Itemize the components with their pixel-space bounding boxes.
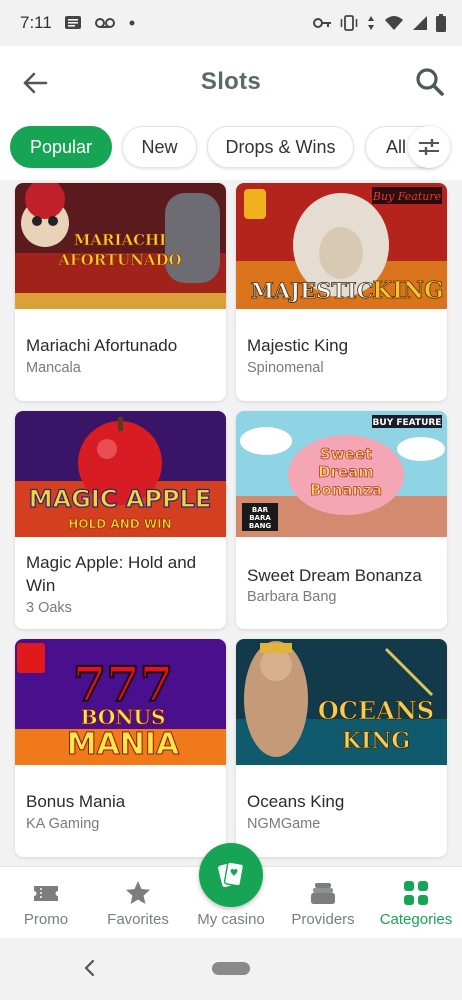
thumb-title: OCEANS <box>318 696 434 725</box>
nav-label: My casino <box>197 911 265 928</box>
chip-popular[interactable]: Popular <box>10 126 112 168</box>
category-chips: Popular New Drops & Wins All <box>0 118 462 180</box>
game-thumbnail: OCEANS KING <box>236 639 447 765</box>
game-card-majestic-king[interactable]: Buy Feature MAJESTIC KING Majestic King … <box>236 183 447 401</box>
game-provider: Spinomenal <box>247 360 324 376</box>
nav-label: Promo <box>23 911 69 928</box>
game-thumbnail: Buy Feature MAJESTIC KING <box>236 183 447 309</box>
status-bar: 7:11 <box>0 0 462 46</box>
system-back-icon[interactable] <box>80 956 100 980</box>
thumb-title-3: MANIA <box>67 727 180 762</box>
game-card-magic-apple[interactable]: MAGIC APPLE HOLD AND WIN Magic Apple: Ho… <box>15 411 226 629</box>
thumb-badge: BUY FEATURE <box>373 418 442 428</box>
thumb-title: Sweet <box>320 445 372 463</box>
game-thumbnail: MARIACHI AFORTUNADO <box>15 183 226 309</box>
game-thumbnail: MAGIC APPLE HOLD AND WIN <box>15 411 226 537</box>
game-name: Sweet Dream Bonanza <box>247 566 422 585</box>
game-provider: NGMGame <box>247 816 321 832</box>
chip-label: New <box>141 136 178 157</box>
game-provider: Mancala <box>26 360 81 376</box>
nav-label: Providers <box>291 911 355 928</box>
nav-promo[interactable]: Promo <box>0 867 92 939</box>
thumb-title: MARIACHI <box>74 231 167 249</box>
game-name: Oceans King <box>247 792 345 811</box>
chip-drops-wins[interactable]: Drops & Wins <box>207 126 354 168</box>
grid-icon <box>404 881 428 905</box>
vibrate-icon <box>340 15 358 31</box>
thumb-subtitle: AFORTUNADO <box>57 251 181 269</box>
thumb-title-2: BONUS <box>81 705 166 729</box>
game-name: Magic Apple: Hold and Win <box>26 553 197 595</box>
battery-icon <box>436 14 446 32</box>
nav-categories[interactable]: Categories <box>370 867 462 939</box>
nav-label: Favorites <box>107 911 169 928</box>
star-icon <box>126 881 150 904</box>
game-provider: 3 Oaks <box>26 600 72 616</box>
game-card-oceans-king[interactable]: OCEANS KING Oceans King NGMGame <box>236 639 447 857</box>
thumb-subtitle: KING <box>372 277 443 304</box>
thumb-title-2: Dream <box>318 463 374 481</box>
stack-icon <box>311 883 335 904</box>
status-time: 7:11 <box>20 13 52 32</box>
chip-label: Popular <box>29 136 93 157</box>
game-thumbnail: BUY FEATURE Sweet Dream Bonanza BAR BARA… <box>236 411 447 537</box>
cards-icon <box>218 861 245 888</box>
thumb-subtitle: HOLD AND WIN <box>68 517 171 531</box>
thumb-title: MAJESTIC <box>251 278 374 303</box>
message-icon <box>64 16 81 29</box>
chip-label: All <box>386 136 407 157</box>
wifi-icon <box>385 16 403 30</box>
search-icon[interactable] <box>414 66 446 98</box>
game-card-sweet-dream-bonanza[interactable]: BUY FEATURE Sweet Dream Bonanza BAR BARA… <box>236 411 447 629</box>
nav-label: Categories <box>379 911 453 928</box>
provider-logo-line: BANG <box>249 522 272 530</box>
my-casino-button[interactable] <box>199 843 263 907</box>
page-title: Slots <box>200 68 262 95</box>
dot-icon <box>129 20 135 26</box>
chip-new[interactable]: New <box>122 126 197 168</box>
filter-button[interactable] <box>408 126 450 168</box>
nav-providers[interactable]: Providers <box>277 867 369 939</box>
data-arrows-icon <box>368 16 374 30</box>
game-name: Majestic King <box>247 336 349 355</box>
nav-favorites[interactable]: Favorites <box>92 867 184 939</box>
game-card-mariachi-afortunado[interactable]: MARIACHI AFORTUNADO Mariachi Afortunado … <box>15 183 226 401</box>
games-grid: MARIACHI AFORTUNADO Mariachi Afortunado … <box>0 180 462 866</box>
provider-logo-line: BARA <box>249 514 271 522</box>
game-provider: KA Gaming <box>26 816 100 832</box>
thumb-subtitle: KING <box>342 728 410 754</box>
signal-icon <box>413 16 427 30</box>
system-nav-bar <box>0 938 462 1000</box>
game-name: Bonus Mania <box>26 792 126 811</box>
vpn-key-icon <box>313 18 331 28</box>
sliders-icon <box>419 139 439 155</box>
chip-label: Drops & Wins <box>225 136 336 157</box>
game-name: Mariachi Afortunado <box>26 336 178 355</box>
provider-logo-line: BAR <box>252 506 269 514</box>
game-card-bonus-mania[interactable]: 777 BONUS MANIA Bonus Mania KA Gaming <box>15 639 226 857</box>
back-arrow-icon[interactable] <box>20 68 50 98</box>
thumb-badge: Buy Feature <box>372 190 442 203</box>
thumb-title: MAGIC APPLE <box>29 485 212 513</box>
game-thumbnail: 777 BONUS MANIA <box>15 639 226 765</box>
voicemail-icon <box>94 18 115 28</box>
game-provider: Barbara Bang <box>247 589 337 605</box>
system-home-pill[interactable] <box>212 962 250 975</box>
ticket-icon <box>34 886 58 901</box>
thumb-title-3: Bonanza <box>310 481 382 499</box>
app-bar: Slots <box>0 46 462 118</box>
